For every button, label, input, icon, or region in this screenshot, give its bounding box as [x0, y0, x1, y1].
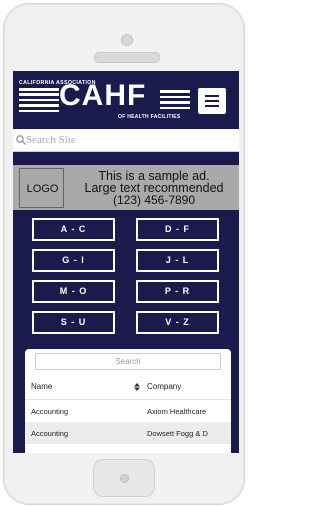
- logo-stripes-right: [160, 90, 190, 114]
- alpha-button-g-i[interactable]: G - I: [32, 249, 115, 272]
- cahf-logo[interactable]: CAHF: [59, 81, 146, 111]
- table-search-input[interactable]: [35, 353, 221, 370]
- ad-logo-box: LOGO: [19, 168, 64, 208]
- alpha-button-a-c[interactable]: A - C: [32, 218, 115, 241]
- home-button-dot: [120, 474, 129, 483]
- table-row[interactable]: Accounting Axiom Healthcare: [25, 400, 231, 422]
- screen: CALIFORNIA ASSOCIATION CAHF OF HEALTH FA…: [13, 71, 239, 453]
- column-header-company[interactable]: Company: [147, 382, 181, 391]
- column-header-name[interactable]: Name: [31, 382, 52, 391]
- table-header: Name Company: [25, 376, 231, 400]
- table-row[interactable]: Accounting Dowsett Fogg & D: [25, 422, 231, 444]
- site-search-input[interactable]: [26, 131, 231, 149]
- sample-ad-banner[interactable]: LOGO This is a sample ad. Large text rec…: [13, 165, 239, 210]
- directory-table: Name Company Accounting Axiom Healthcare…: [25, 349, 231, 453]
- logo-stripes-left: [19, 88, 59, 113]
- alpha-button-m-o[interactable]: M - O: [32, 280, 115, 303]
- cell-company: Axiom Healthcare: [147, 407, 207, 416]
- phone-frame: CALIFORNIA ASSOCIATION CAHF OF HEALTH FA…: [3, 3, 245, 505]
- hamburger-menu-button[interactable]: [198, 88, 226, 114]
- site-header: CALIFORNIA ASSOCIATION CAHF OF HEALTH FA…: [13, 71, 239, 129]
- cell-name: Accounting: [31, 407, 69, 416]
- alpha-button-p-r[interactable]: P - R: [136, 280, 219, 303]
- home-button[interactable]: [93, 459, 155, 497]
- cell-name: Accounting: [31, 429, 69, 438]
- camera-icon: [121, 34, 133, 46]
- sort-icon[interactable]: [133, 381, 141, 393]
- site-search-bar: [13, 129, 239, 152]
- facilities-text: OF HEALTH FACILITIES: [118, 114, 181, 120]
- ad-logo-label: LOGO: [26, 183, 59, 195]
- speaker-grille: [94, 52, 160, 63]
- ad-phone: (123) 456-7890: [112, 193, 196, 207]
- alpha-button-j-l[interactable]: J - L: [136, 249, 219, 272]
- cell-company: Dowsett Fogg & D: [147, 429, 208, 438]
- alpha-button-d-f[interactable]: D - F: [136, 218, 219, 241]
- alpha-button-v-z[interactable]: V - Z: [136, 311, 219, 334]
- alpha-button-s-u[interactable]: S - U: [32, 311, 115, 334]
